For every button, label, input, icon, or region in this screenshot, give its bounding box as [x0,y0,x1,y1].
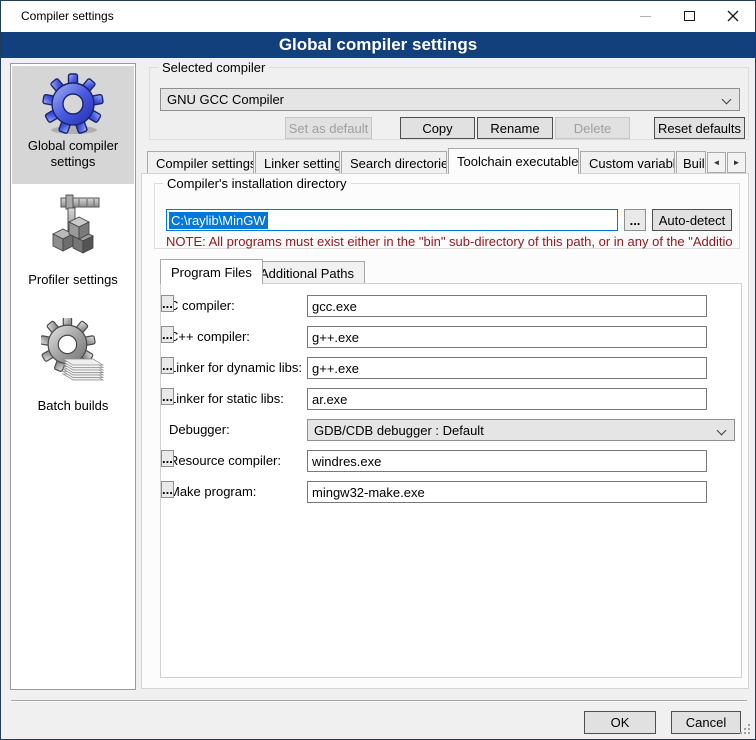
tab-build-options[interactable]: Build options [676,151,706,174]
maximize-button[interactable] [669,1,709,31]
make-program-label: Make program: [169,484,256,499]
cpp-compiler-browse-button: ... [161,326,174,343]
linker-static-input[interactable] [307,388,707,410]
arrow-right-icon: ► [733,158,741,167]
copy-button[interactable]: Copy [400,117,475,139]
ok-button[interactable]: OK [584,711,656,734]
arrow-left-icon: ◄ [713,158,721,167]
c-compiler-input[interactable] [307,295,707,317]
window-title: Compiler settings [21,9,114,23]
linker-static-label: Linker for static libs: [169,391,284,406]
debugger-select[interactable]: GDB/CDB debugger : Default [307,419,735,441]
tab-toolchain-executables[interactable]: Toolchain executables [448,148,579,174]
make-program-browse-button: ... [161,481,174,498]
selected-compiler-group: Selected compiler GNU GCC Compiler Set a… [149,67,749,140]
installation-directory-group-label: Compiler's installation directory [163,176,351,191]
page-title: Global compiler settings [1,32,755,58]
toolchain-executables-page: Compiler's installation directory C:\ray… [141,173,749,689]
maximize-icon [684,11,695,21]
debugger-label: Debugger: [169,422,230,437]
subtab-additional-paths[interactable]: Additional Paths [249,261,365,284]
cpp-compiler-label: C++ compiler: [169,329,250,344]
blue-gear-icon [41,72,105,136]
sidebar-item-label: Batch builds [12,396,134,420]
chevron-down-icon [722,95,732,105]
reset-defaults-button[interactable]: Reset defaults [654,117,745,139]
subtab-program-files[interactable]: Program Files [160,259,263,284]
footer-separator [11,700,747,702]
set-as-default-button[interactable]: Set as default [285,117,372,139]
auto-detect-button[interactable]: Auto-detect [652,209,732,231]
resize-grip[interactable] [739,723,752,736]
sidebar-item-batch-builds[interactable]: Batch builds [12,312,134,432]
installation-directory-selected-text: C:\raylib\MinGW [169,212,268,229]
linker-dynamic-input[interactable] [307,357,707,379]
c-compiler-label: C compiler: [169,298,235,313]
gray-gear-stack-icon [41,318,105,382]
tab-scroll-right-button[interactable]: ► [727,152,746,173]
selected-compiler-group-label: Selected compiler [158,60,269,75]
installation-directory-group: Compiler's installation directory C:\ray… [154,183,740,249]
compiler-select-value: GNU GCC Compiler [167,92,284,107]
linker-dynamic-label: Linker for dynamic libs: [169,360,302,375]
cancel-button[interactable]: Cancel [671,711,741,734]
close-button[interactable] [713,1,753,31]
tab-custom-variables[interactable]: Custom variables [580,151,675,174]
title-bar: Compiler settings [1,1,755,32]
chevron-down-icon [717,426,727,436]
tab-compiler-settings[interactable]: Compiler settings [147,151,254,174]
tab-search-directories[interactable]: Search directories [341,151,447,174]
sidebar-item-global-compiler-settings[interactable]: Global compiler settings [12,66,134,184]
caliper-blocks-icon [41,192,105,256]
installation-directory-browse-button[interactable]: ... [624,209,646,231]
compiler-settings-dialog: Compiler settings Global compiler settin… [0,0,756,740]
debugger-select-value: GDB/CDB debugger : Default [314,423,484,438]
minimize-icon [640,16,651,17]
settings-category-list: Global compiler settings [10,63,136,690]
linker-static-browse-button: ... [161,388,174,405]
c-compiler-browse-button: ... [161,295,174,312]
delete-button[interactable]: Delete [555,117,630,139]
sidebar-item-label: Global compiler settings [12,136,134,176]
minimize-button[interactable] [625,1,665,31]
make-program-input[interactable] [307,481,707,503]
close-icon [727,10,739,22]
sidebar-item-profiler-settings[interactable]: Profiler settings [12,186,134,306]
rename-button[interactable]: Rename [477,117,553,139]
cpp-compiler-input[interactable] [307,326,707,348]
program-files-panel: C compiler: ... C++ compiler: ... Linker… [160,283,742,678]
resource-compiler-label: Resource compiler: [169,453,281,468]
compiler-select[interactable]: GNU GCC Compiler [160,88,740,111]
linker-dynamic-browse-button: ... [161,357,174,374]
sidebar-item-label: Profiler settings [12,270,134,294]
resource-compiler-input[interactable] [307,450,707,472]
tab-linker-settings[interactable]: Linker settings [255,151,340,174]
tab-scroll-left-button[interactable]: ◄ [707,152,726,173]
resource-compiler-browse-button: ... [161,450,174,467]
installation-directory-input[interactable]: C:\raylib\MinGW [166,209,618,231]
note-text: NOTE: All programs must exist either in … [166,234,732,249]
